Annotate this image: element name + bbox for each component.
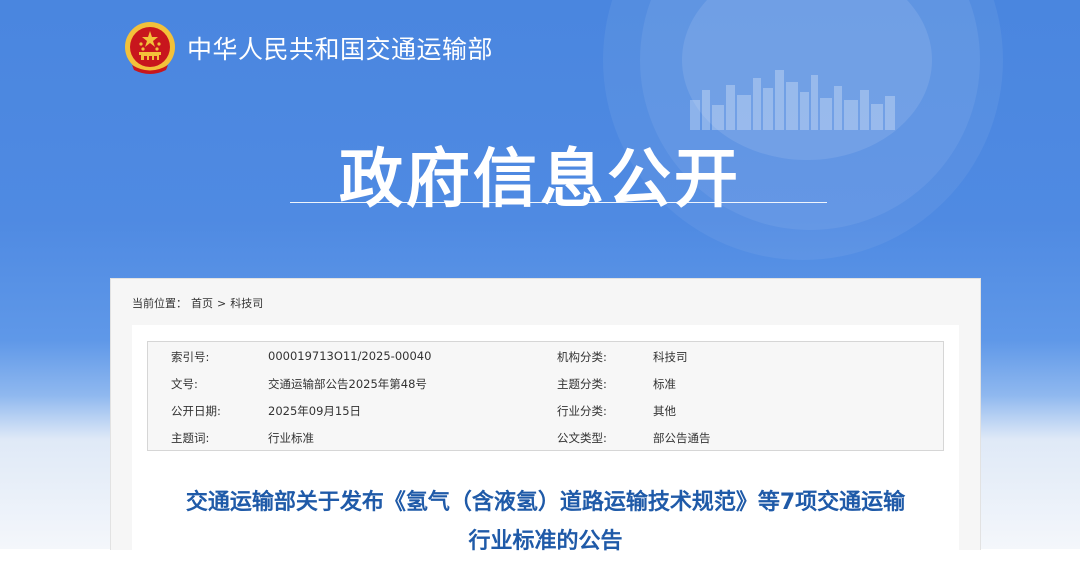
metadata-key: 主题分类: — [557, 377, 607, 391]
city-skyline-icon — [690, 70, 895, 130]
metadata-value: 000019713O11/2025-00040 — [268, 349, 432, 363]
metadata-key: 行业分类: — [557, 404, 607, 418]
metadata-key: 公文类型: — [557, 431, 607, 445]
metadata-row: 索引号: 000019713O11/2025-00040 机构分类: 科技司 — [148, 342, 943, 369]
breadcrumb-label: 当前位置： — [132, 297, 187, 310]
metadata-key: 索引号: — [171, 350, 210, 364]
site-name[interactable]: 中华人民共和国交通运输部 — [187, 30, 493, 66]
metadata-key: 文号: — [171, 377, 198, 391]
document-title-line: 行业标准的公告 — [468, 529, 623, 554]
document-title: 交通运输部关于发布《氢气（含液氢）道路运输技术规范》等7项交通运输 行业标准的公… — [132, 483, 959, 561]
metadata-row: 主题词: 行业标准 公文类型: 部公告通告 — [148, 423, 943, 450]
metadata-value: 2025年09月15日 — [268, 404, 362, 418]
title-underline — [290, 202, 827, 203]
metadata-row: 文号: 交通运输部公告2025年第48号 主题分类: 标准 — [148, 369, 943, 396]
metadata-value: 行业标准 — [268, 431, 314, 445]
metadata-row: 公开日期: 2025年09月15日 行业分类: 其他 — [148, 396, 943, 423]
metadata-key: 机构分类: — [557, 350, 607, 364]
document-card: 索引号: 000019713O11/2025-00040 机构分类: 科技司 文… — [132, 325, 959, 554]
metadata-value: 其他 — [653, 404, 676, 418]
metadata-value: 科技司 — [653, 350, 688, 364]
metadata-value: 标准 — [653, 377, 676, 391]
breadcrumb-current-link[interactable]: 科技司 — [230, 297, 263, 310]
breadcrumb-separator: > — [217, 297, 227, 310]
metadata-key: 公开日期: — [171, 404, 221, 418]
metadata-key: 主题词: — [171, 431, 210, 445]
metadata-value: 交通运输部公告2025年第48号 — [268, 377, 427, 391]
breadcrumb: 当前位置： 首页 > 科技司 — [132, 295, 267, 311]
breadcrumb-home-link[interactable]: 首页 — [191, 297, 213, 310]
content-panel: 当前位置： 首页 > 科技司 索引号: 000019713O11/2025-00040… — [110, 278, 981, 554]
page-title: 政府信息公开 — [339, 143, 741, 217]
metadata-value: 部公告通告 — [653, 431, 711, 445]
national-emblem-icon — [125, 22, 175, 74]
document-title-line: 交通运输部关于发布《氢气（含液氢）道路运输技术规范》等7项交通运输 — [185, 490, 906, 515]
document-metadata-table: 索引号: 000019713O11/2025-00040 机构分类: 科技司 文… — [147, 341, 944, 451]
